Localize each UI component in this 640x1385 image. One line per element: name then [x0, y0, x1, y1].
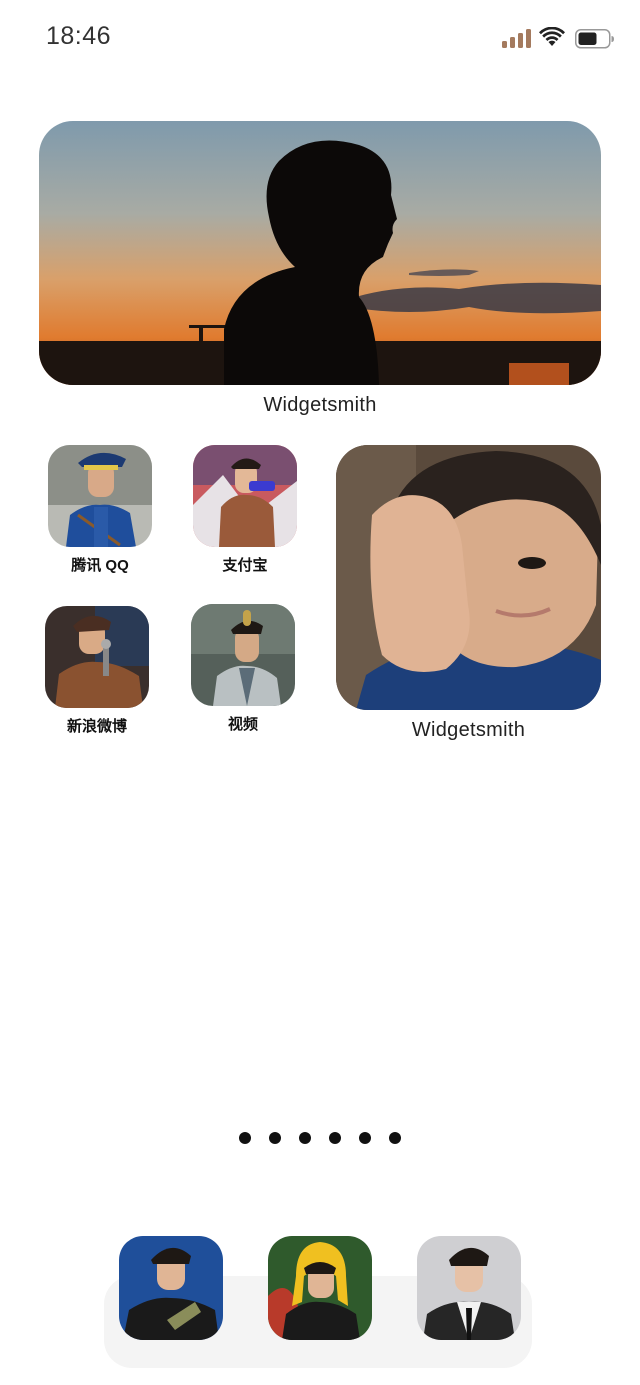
- page-dot[interactable]: [389, 1132, 401, 1144]
- widget-square-label: Widgetsmith: [411, 719, 526, 741]
- cellular-signal-icon: [502, 28, 532, 48]
- app-weibo-label: 新浪微博: [66, 718, 127, 735]
- app-video-label: 视频: [227, 716, 258, 733]
- battery-icon: [575, 29, 615, 49]
- widget-wide-label: Widgetsmith: [263, 394, 377, 416]
- dock-app-1-photo-icon[interactable]: [119, 1236, 223, 1340]
- app-weibo[interactable]: 新浪微博: [45, 606, 149, 736]
- app-alipay[interactable]: 支付宝: [193, 445, 297, 575]
- dock-app-2-photo-icon[interactable]: [268, 1236, 372, 1340]
- page-dot[interactable]: [299, 1132, 311, 1144]
- page-dot[interactable]: [239, 1132, 251, 1144]
- sunset-silhouette-photo: [39, 121, 601, 385]
- alipay-app-photo-icon[interactable]: [193, 445, 297, 547]
- portrait-photo: [336, 445, 601, 710]
- qq-app-photo-icon[interactable]: [48, 445, 152, 547]
- app-video[interactable]: 视频: [191, 604, 295, 734]
- page-indicator[interactable]: [0, 1132, 640, 1144]
- widgetsmith-square-widget[interactable]: [336, 445, 601, 710]
- app-qq-label: 腾讯 QQ: [71, 557, 129, 574]
- app-qq[interactable]: 腾讯 QQ: [48, 445, 152, 575]
- dock-app-3-photo-icon[interactable]: [417, 1236, 521, 1340]
- wifi-icon: [539, 27, 565, 47]
- page-dot[interactable]: [329, 1132, 341, 1144]
- status-time: 18:46: [46, 22, 112, 50]
- page-dot[interactable]: [269, 1132, 281, 1144]
- weibo-app-photo-icon[interactable]: [45, 606, 149, 708]
- page-dot[interactable]: [359, 1132, 371, 1144]
- widgetsmith-wide-widget[interactable]: [39, 121, 601, 385]
- app-alipay-label: 支付宝: [222, 557, 268, 574]
- status-bar: 18:46: [0, 0, 640, 80]
- video-app-photo-icon[interactable]: [191, 604, 295, 706]
